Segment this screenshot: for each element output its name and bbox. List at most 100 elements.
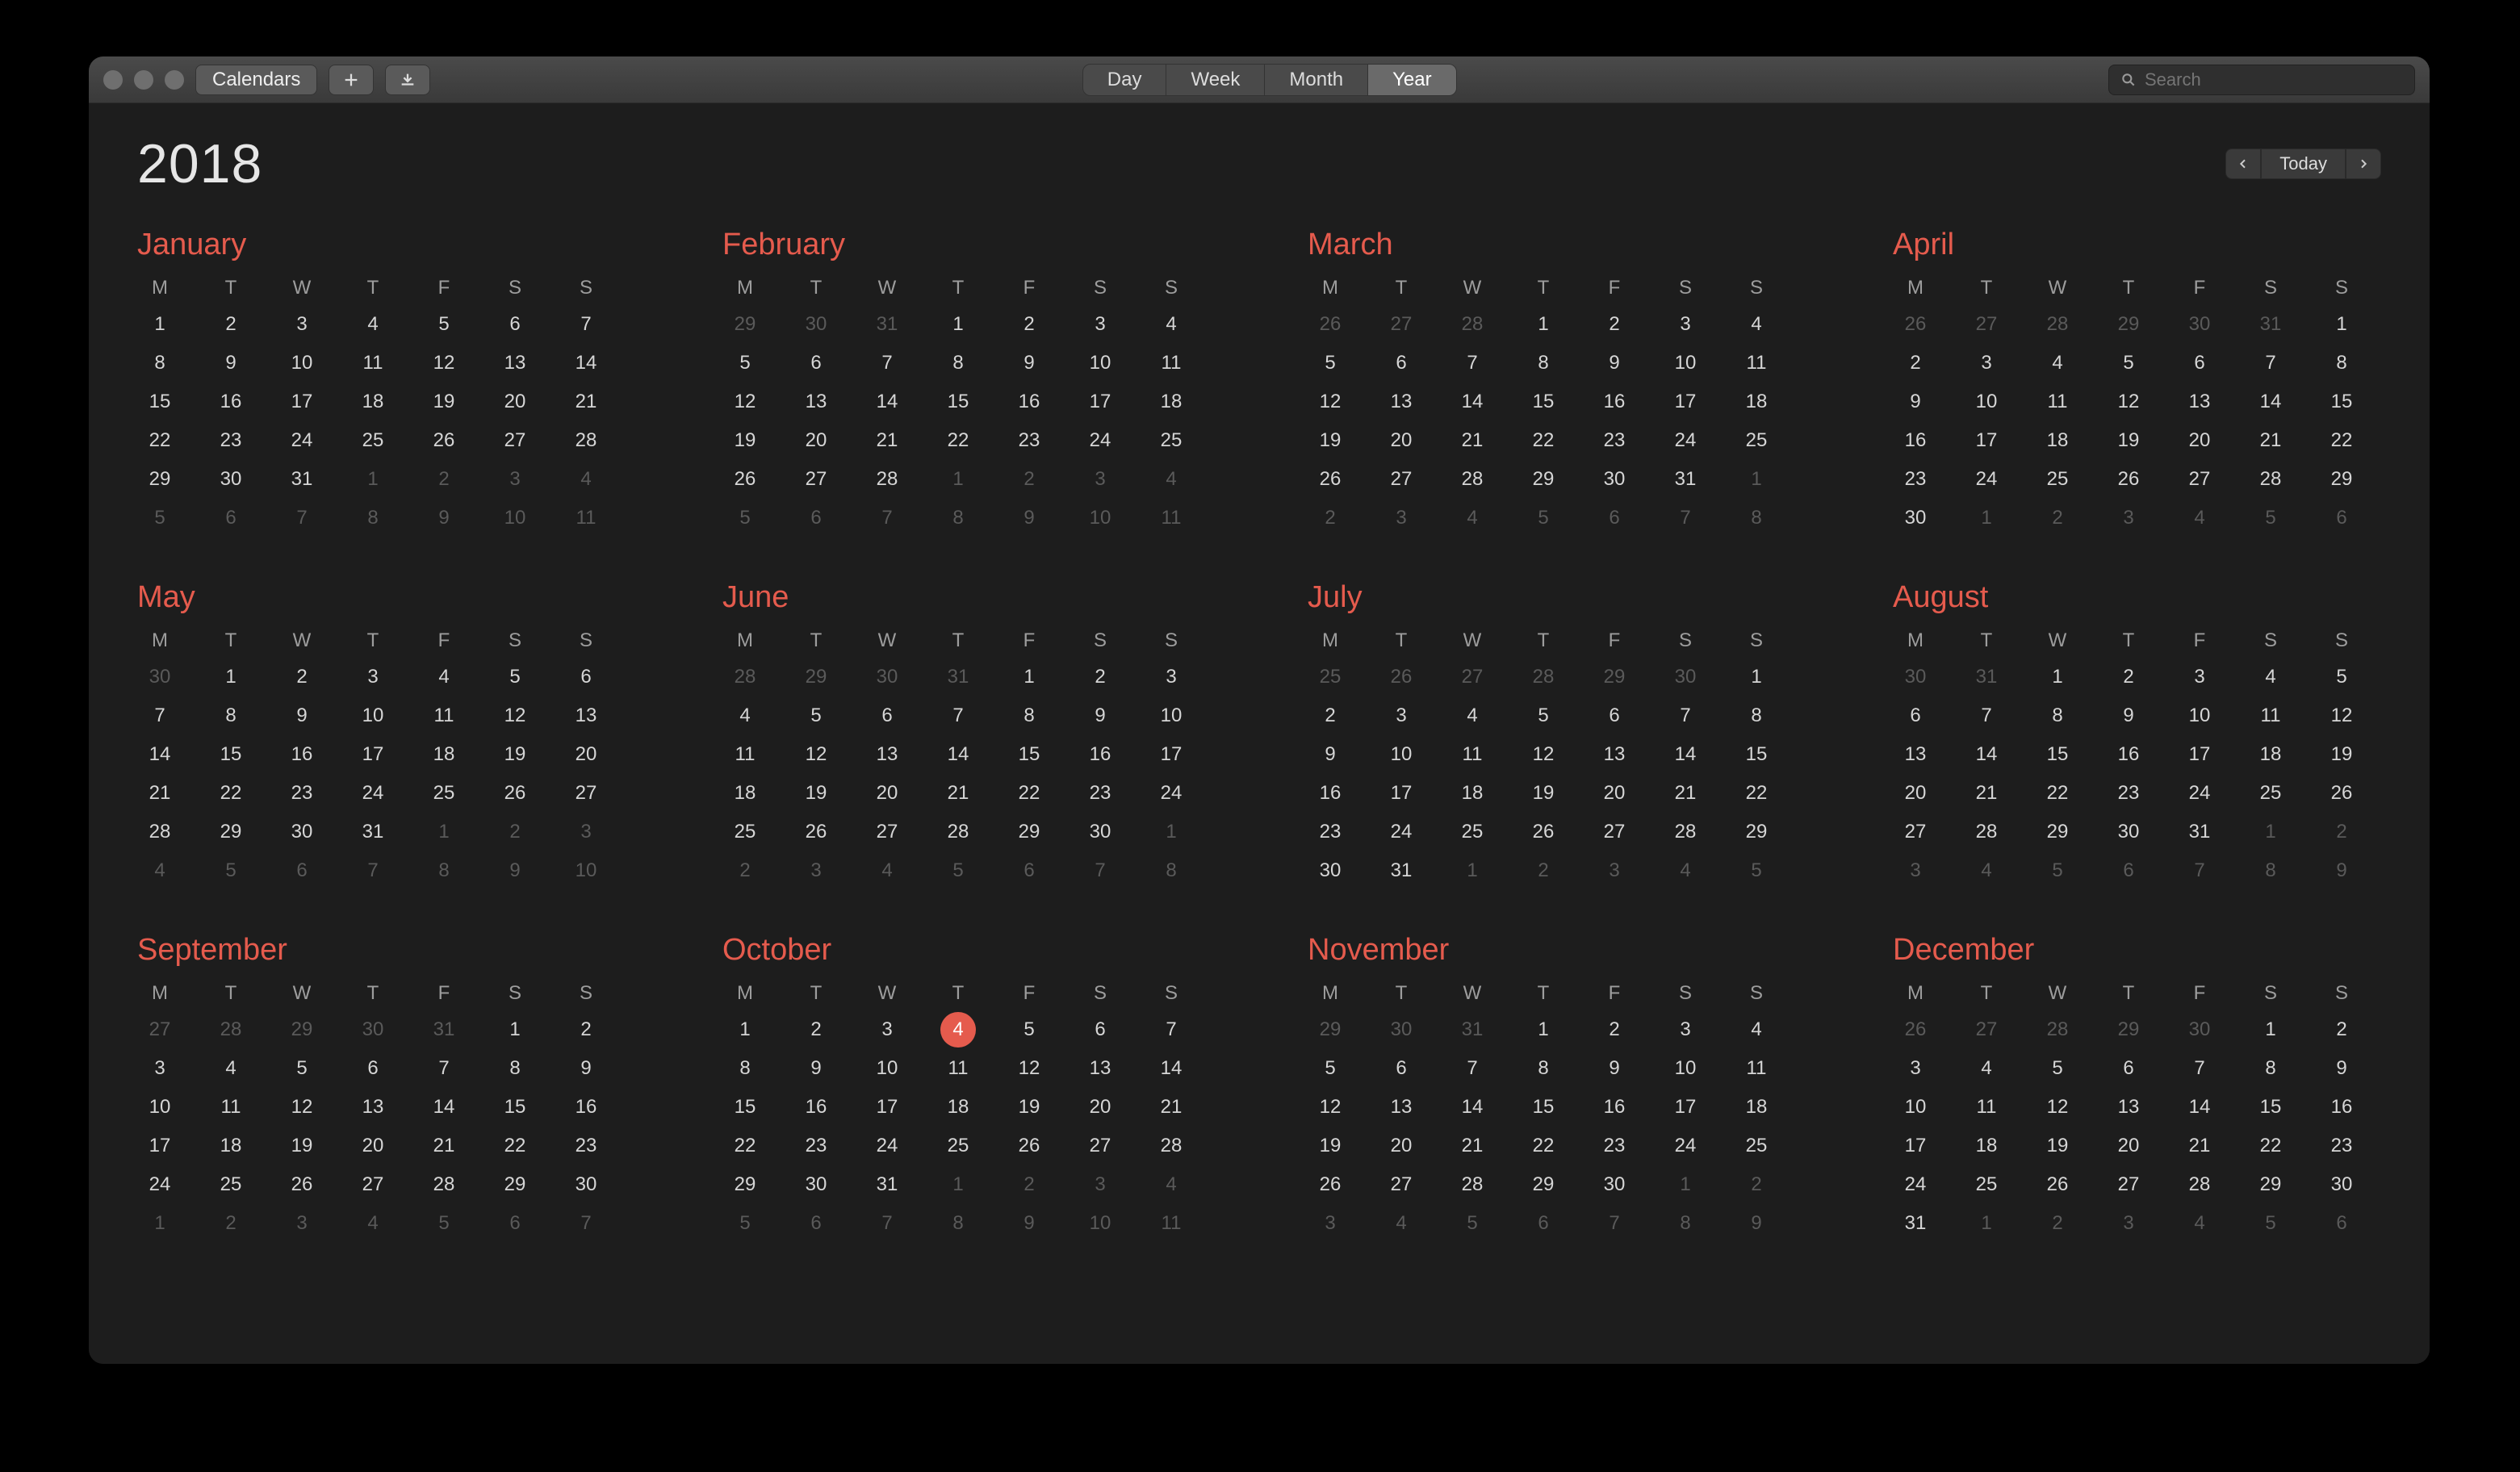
day-cell[interactable]: 18 [1149, 388, 1194, 416]
day-cell[interactable]: 1 [137, 1210, 182, 1237]
day-cell[interactable]: 29 [2319, 466, 2364, 493]
day-cell[interactable]: 4 [2177, 1210, 2222, 1237]
day-cell[interactable]: 12 [2035, 1094, 2080, 1121]
day-cell[interactable]: 1 [1734, 466, 1779, 493]
day-cell[interactable]: 11 [1149, 504, 1194, 532]
day-cell[interactable]: 8 [1521, 1055, 1566, 1082]
day-cell[interactable]: 6 [492, 311, 538, 338]
day-cell[interactable]: 5 [1521, 702, 1566, 730]
day-cell[interactable]: 7 [279, 504, 324, 532]
day-cell[interactable]: 10 [279, 349, 324, 377]
day-cell[interactable]: 4 [563, 466, 609, 493]
day-cell[interactable]: 29 [137, 466, 182, 493]
day-cell[interactable]: 24 [137, 1171, 182, 1198]
day-cell[interactable]: 6 [1592, 504, 1637, 532]
day-cell[interactable]: 30 [793, 311, 839, 338]
day-cell[interactable]: 15 [1521, 1094, 1566, 1121]
month-name[interactable]: July [1308, 580, 1796, 615]
day-cell[interactable]: 21 [563, 388, 609, 416]
day-cell[interactable]: 15 [492, 1094, 538, 1121]
day-cell[interactable]: 24 [350, 780, 396, 807]
day-cell[interactable]: 14 [1964, 741, 2009, 768]
day-cell[interactable]: 19 [2035, 1132, 2080, 1160]
day-cell[interactable]: 5 [279, 1055, 324, 1082]
day-cell[interactable]: 9 [793, 1055, 839, 1082]
day-cell[interactable]: 12 [2319, 702, 2364, 730]
day-cell[interactable]: 3 [1592, 857, 1637, 884]
day-cell[interactable]: 29 [208, 818, 253, 846]
day-cell[interactable]: 4 [722, 702, 768, 730]
day-cell[interactable]: 27 [864, 818, 910, 846]
day-cell[interactable]: 3 [563, 818, 609, 846]
day-cell[interactable]: 19 [1007, 1094, 1052, 1121]
day-cell[interactable]: 17 [864, 1094, 910, 1121]
day-cell[interactable]: 8 [421, 857, 467, 884]
day-cell[interactable]: 16 [208, 388, 253, 416]
day-cell[interactable]: 6 [2106, 857, 2151, 884]
day-cell[interactable]: 17 [1663, 1094, 1708, 1121]
day-cell[interactable]: 28 [1964, 818, 2009, 846]
day-cell[interactable]: 3 [1379, 504, 1424, 532]
day-cell[interactable]: 15 [2319, 388, 2364, 416]
day-cell[interactable]: 7 [1663, 702, 1708, 730]
day-cell[interactable]: 23 [793, 1132, 839, 1160]
day-cell[interactable]: 15 [1007, 741, 1052, 768]
day-cell[interactable]: 5 [1007, 1016, 1052, 1043]
day-cell[interactable]: 28 [2248, 466, 2293, 493]
day-cell[interactable]: 30 [1893, 663, 1938, 691]
day-cell[interactable]: 15 [722, 1094, 768, 1121]
month-name[interactable]: August [1893, 580, 2381, 615]
day-cell[interactable]: 3 [1308, 1210, 1353, 1237]
day-cell[interactable]: 29 [2106, 311, 2151, 338]
day-cell[interactable]: 19 [279, 1132, 324, 1160]
day-cell[interactable]: 9 [279, 702, 324, 730]
day-cell[interactable]: 5 [2248, 504, 2293, 532]
day-cell[interactable]: 31 [1450, 1016, 1495, 1043]
day-cell[interactable]: 3 [1663, 1016, 1708, 1043]
day-cell[interactable]: 2 [1308, 702, 1353, 730]
day-cell[interactable]: 9 [1007, 349, 1052, 377]
day-cell[interactable]: 5 [1450, 1210, 1495, 1237]
day-cell[interactable]: 16 [1592, 1094, 1637, 1121]
day-cell[interactable]: 26 [279, 1171, 324, 1198]
day-cell[interactable]: 4 [1734, 1016, 1779, 1043]
month-name[interactable]: March [1308, 228, 1796, 262]
day-cell[interactable]: 4 [2035, 349, 2080, 377]
day-cell[interactable]: 8 [1734, 702, 1779, 730]
day-cell[interactable]: 7 [137, 702, 182, 730]
day-cell[interactable]: 28 [2035, 311, 2080, 338]
day-cell[interactable]: 4 [2248, 663, 2293, 691]
day-cell[interactable]: 30 [350, 1016, 396, 1043]
day-cell[interactable]: 11 [1734, 1055, 1779, 1082]
day-cell[interactable]: 9 [421, 504, 467, 532]
day-cell[interactable]: 22 [2035, 780, 2080, 807]
day-cell[interactable]: 2 [1893, 349, 1938, 377]
day-cell[interactable]: 16 [793, 1094, 839, 1121]
day-cell[interactable]: 3 [1379, 702, 1424, 730]
day-cell[interactable]: 9 [1078, 702, 1123, 730]
day-cell[interactable]: 27 [2106, 1171, 2151, 1198]
day-cell[interactable]: 3 [279, 311, 324, 338]
day-cell[interactable]: 26 [1308, 1171, 1353, 1198]
day-cell[interactable]: 12 [492, 702, 538, 730]
day-cell[interactable]: 8 [1007, 702, 1052, 730]
day-cell[interactable]: 2 [1521, 857, 1566, 884]
day-cell[interactable]: 26 [2106, 466, 2151, 493]
day-cell[interactable]: 23 [1893, 466, 1938, 493]
day-cell[interactable]: 10 [1663, 1055, 1708, 1082]
day-cell[interactable]: 6 [1521, 1210, 1566, 1237]
day-cell[interactable]: 21 [137, 780, 182, 807]
day-cell[interactable]: 8 [350, 504, 396, 532]
day-cell[interactable]: 19 [2106, 427, 2151, 454]
day-cell[interactable]: 1 [137, 311, 182, 338]
day-cell[interactable]: 30 [1379, 1016, 1424, 1043]
day-cell[interactable]: 10 [1964, 388, 2009, 416]
day-cell[interactable]: 28 [421, 1171, 467, 1198]
next-year-button[interactable] [2346, 148, 2381, 179]
day-cell[interactable]: 9 [1734, 1210, 1779, 1237]
day-cell[interactable]: 25 [2248, 780, 2293, 807]
view-mode-week[interactable]: Week [1166, 65, 1265, 95]
day-cell[interactable]: 23 [1308, 818, 1353, 846]
day-cell[interactable]: 27 [1964, 1016, 2009, 1043]
day-cell[interactable]: 2 [793, 1016, 839, 1043]
